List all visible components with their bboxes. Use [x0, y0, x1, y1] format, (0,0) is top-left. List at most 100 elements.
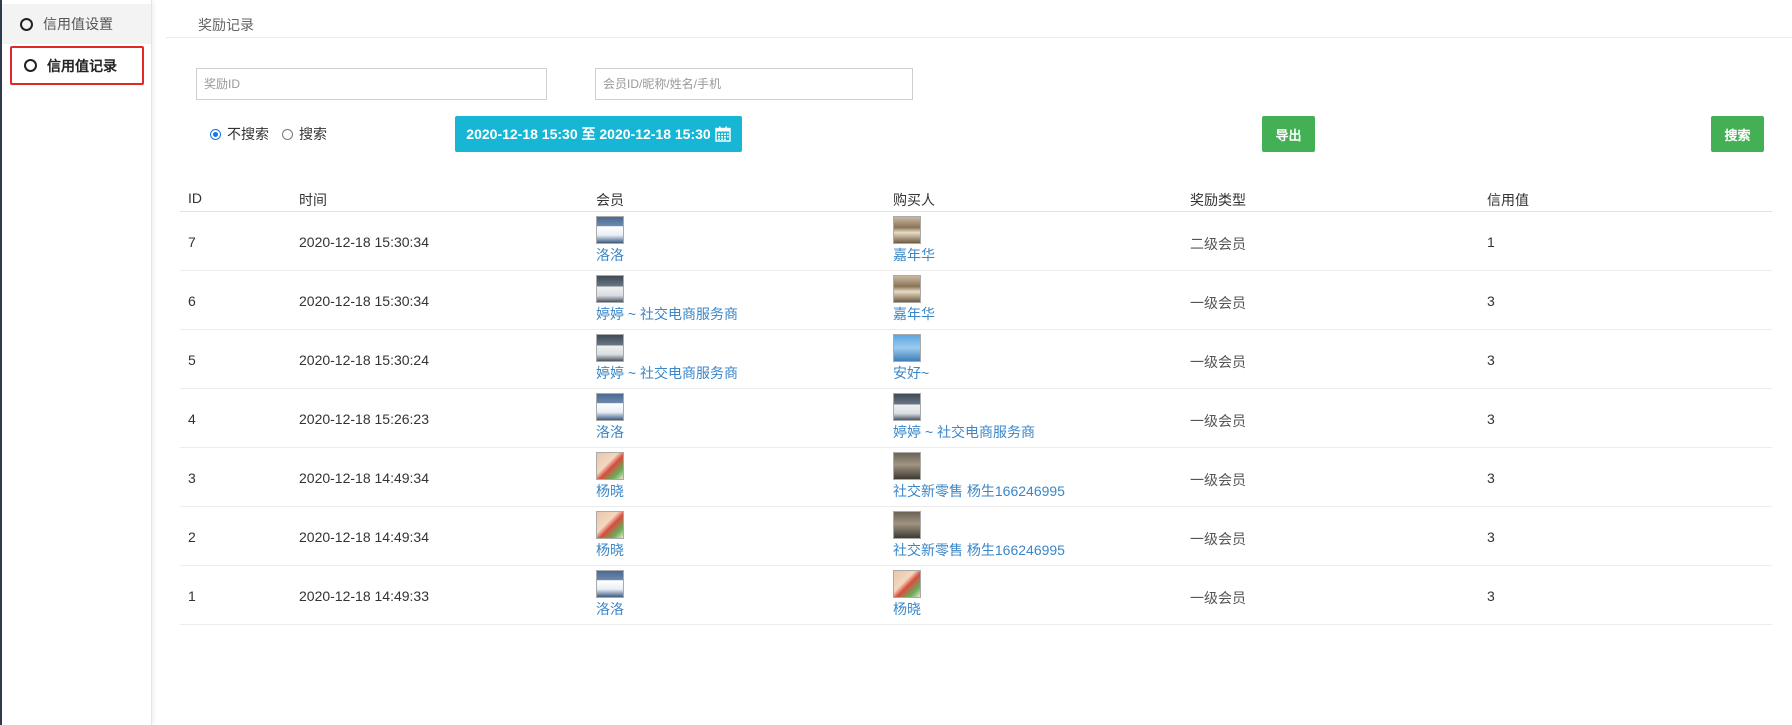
- buyer-name-link[interactable]: 社交新零售 杨生166246995: [893, 540, 1065, 560]
- member-name-link[interactable]: 婷婷 ~ 社交电商服务商: [596, 304, 738, 324]
- buyer-name-link[interactable]: 杨晓: [893, 599, 921, 619]
- cell-buyer: 嘉年华: [893, 216, 935, 265]
- cell-award-type: 一级会员: [1190, 531, 1246, 547]
- buyer-avatar[interactable]: [893, 393, 921, 421]
- table-row: 5 2020-12-18 15:30:24 婷婷 ~ 社交电商服务商 安好~ 一…: [180, 330, 1772, 389]
- cell-id: 5: [188, 352, 196, 368]
- page-header: 奖励记录: [166, 0, 1792, 38]
- sidebar-item-credit-settings[interactable]: 信用值设置: [2, 4, 151, 44]
- cell-buyer: 杨晓: [893, 570, 921, 619]
- cell-member: 洛洛: [596, 216, 624, 265]
- column-header-credit-value: 信用值: [1487, 192, 1529, 208]
- cell-award-type: 二级会员: [1190, 236, 1246, 252]
- cell-credit-value: 3: [1487, 470, 1495, 486]
- main-content: 奖励记录 不搜索 搜索 2020-12-18 15:30 至 2020-12-1…: [166, 0, 1792, 725]
- cell-award-type: 一级会员: [1190, 413, 1246, 429]
- table-row: 2 2020-12-18 14:49:34 杨晓 社交新零售 杨生1662469…: [180, 507, 1772, 566]
- cell-id: 3: [188, 470, 196, 486]
- member-avatar[interactable]: [596, 216, 624, 244]
- date-range-picker[interactable]: 2020-12-18 15:30 至 2020-12-18 15:30: [455, 116, 742, 152]
- buyer-avatar[interactable]: [893, 452, 921, 480]
- member-name-link[interactable]: 洛洛: [596, 245, 624, 265]
- table-row: 1 2020-12-18 14:49:33 洛洛 杨晓 一级会员 3: [180, 566, 1772, 625]
- table-row: 3 2020-12-18 14:49:34 杨晓 社交新零售 杨生1662469…: [180, 448, 1772, 507]
- cell-award-type: 一级会员: [1190, 590, 1246, 606]
- cell-time: 2020-12-18 14:49:34: [299, 529, 429, 545]
- cell-buyer: 社交新零售 杨生166246995: [893, 452, 1065, 501]
- buyer-avatar[interactable]: [893, 275, 921, 303]
- search-mode-radio-group: 不搜索 搜索: [210, 124, 340, 144]
- cell-id: 1: [188, 588, 196, 604]
- cell-buyer: 安好~: [893, 334, 929, 383]
- table-row: 7 2020-12-18 15:30:34 洛洛 嘉年华 二级会员 1: [180, 212, 1772, 271]
- cell-credit-value: 3: [1487, 411, 1495, 427]
- cell-time: 2020-12-18 15:30:34: [299, 234, 429, 250]
- cell-member: 婷婷 ~ 社交电商服务商: [596, 334, 738, 383]
- sidebar-item-label: 信用值记录: [47, 57, 117, 74]
- cell-award-type: 一级会员: [1190, 354, 1246, 370]
- buyer-avatar[interactable]: [893, 216, 921, 244]
- member-name-link[interactable]: 洛洛: [596, 599, 624, 619]
- cell-member: 洛洛: [596, 570, 624, 619]
- page-title: 奖励记录: [198, 17, 254, 33]
- table-row: 4 2020-12-18 15:26:23 洛洛 婷婷 ~ 社交电商服务商 一级…: [180, 389, 1772, 448]
- cell-buyer: 社交新零售 杨生166246995: [893, 511, 1065, 560]
- buyer-name-link[interactable]: 嘉年华: [893, 304, 935, 324]
- buyer-name-link[interactable]: 婷婷 ~ 社交电商服务商: [893, 422, 1035, 442]
- cell-time: 2020-12-18 14:49:33: [299, 588, 429, 604]
- buyer-name-link[interactable]: 嘉年华: [893, 245, 935, 265]
- cell-id: 7: [188, 234, 196, 250]
- award-id-input[interactable]: [196, 68, 547, 100]
- records-table: ID 时间 会员 购买人 奖励类型 信用值 7 2020-12-18 15:30…: [180, 182, 1772, 625]
- buyer-avatar[interactable]: [893, 570, 921, 598]
- cell-buyer: 嘉年华: [893, 275, 935, 324]
- radio-no-search[interactable]: 不搜索: [210, 124, 269, 144]
- radio-search[interactable]: 搜索: [282, 124, 327, 144]
- circle-icon: [24, 59, 37, 72]
- date-range-text: 2020-12-18 15:30 至 2020-12-18 15:30: [466, 126, 711, 142]
- cell-credit-value: 3: [1487, 352, 1495, 368]
- table-header: ID 时间 会员 购买人 奖励类型 信用值: [180, 182, 1772, 212]
- table-body: 7 2020-12-18 15:30:34 洛洛 嘉年华 二级会员 1 6 20…: [180, 212, 1772, 625]
- cell-time: 2020-12-18 15:26:23: [299, 411, 429, 427]
- cell-time: 2020-12-18 15:30:34: [299, 293, 429, 309]
- cell-member: 洛洛: [596, 393, 624, 442]
- member-avatar[interactable]: [596, 511, 624, 539]
- member-avatar[interactable]: [596, 275, 624, 303]
- radio-checked-icon[interactable]: [210, 128, 221, 140]
- buyer-avatar[interactable]: [893, 334, 921, 362]
- member-avatar[interactable]: [596, 452, 624, 480]
- cell-id: 6: [188, 293, 196, 309]
- cell-time: 2020-12-18 15:30:24: [299, 352, 429, 368]
- table-row: 6 2020-12-18 15:30:34 婷婷 ~ 社交电商服务商 嘉年华 一…: [180, 271, 1772, 330]
- cell-id: 4: [188, 411, 196, 427]
- cell-award-type: 一级会员: [1190, 295, 1246, 311]
- cell-time: 2020-12-18 14:49:34: [299, 470, 429, 486]
- calendar-icon: [715, 126, 731, 142]
- search-button[interactable]: 搜索: [1711, 116, 1764, 152]
- cell-member: 杨晓: [596, 452, 624, 501]
- member-avatar[interactable]: [596, 334, 624, 362]
- cell-credit-value: 1: [1487, 234, 1495, 250]
- buyer-name-link[interactable]: 安好~: [893, 363, 929, 383]
- radio-search-label: 搜索: [299, 126, 327, 142]
- sidebar-item-credit-records[interactable]: 信用值记录: [10, 46, 144, 85]
- member-avatar[interactable]: [596, 393, 624, 421]
- column-header-time: 时间: [299, 192, 327, 208]
- radio-unchecked-icon[interactable]: [282, 128, 293, 140]
- cell-credit-value: 3: [1487, 293, 1495, 309]
- cell-member: 杨晓: [596, 511, 624, 560]
- cell-member: 婷婷 ~ 社交电商服务商: [596, 275, 738, 324]
- member-name-link[interactable]: 婷婷 ~ 社交电商服务商: [596, 363, 738, 383]
- column-header-id: ID: [188, 190, 202, 206]
- member-name-link[interactable]: 洛洛: [596, 422, 624, 442]
- radio-no-search-label: 不搜索: [227, 126, 269, 142]
- export-button[interactable]: 导出: [1262, 116, 1315, 152]
- member-name-link[interactable]: 杨晓: [596, 540, 624, 560]
- member-name-link[interactable]: 杨晓: [596, 481, 624, 501]
- member-avatar[interactable]: [596, 570, 624, 598]
- circle-icon: [20, 17, 33, 31]
- buyer-avatar[interactable]: [893, 511, 921, 539]
- buyer-name-link[interactable]: 社交新零售 杨生166246995: [893, 481, 1065, 501]
- member-search-input[interactable]: [595, 68, 913, 100]
